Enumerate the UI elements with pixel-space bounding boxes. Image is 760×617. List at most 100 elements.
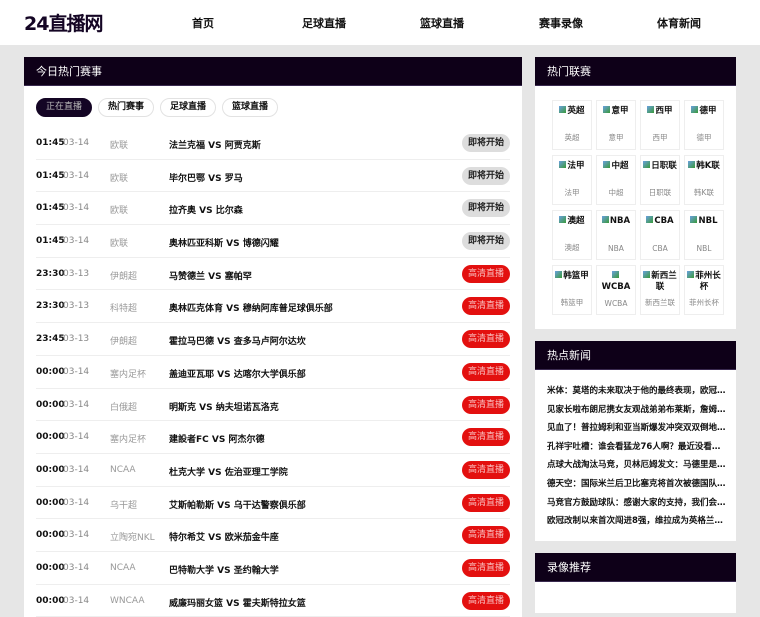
match-time: 01:45: [36, 236, 65, 247]
league-item[interactable]: 菲州长杯 菲州长杯: [684, 265, 724, 315]
matches-title: 今日热门赛事: [24, 57, 522, 86]
league-item[interactable]: 日职联 日职联: [640, 155, 680, 205]
nav-home[interactable]: 首页: [192, 15, 214, 31]
news-list: 米体：莫塔的未来取决于他的最终表现，欧冠出局后需反思见家长啦布朗尼携女友观战弟弟…: [547, 384, 727, 533]
league-item[interactable]: CBA CBA: [640, 210, 680, 260]
match-teams[interactable]: 奥林匹亚科斯 VS 博德闪耀: [169, 236, 279, 249]
match-status-button[interactable]: 高清直播: [461, 591, 510, 610]
match-status-button[interactable]: 高清直播: [461, 428, 510, 447]
match-list: 01:45 03-14 欧联 法兰克福 VS 阿贾克斯 即将开始 01:45 03…: [36, 127, 510, 617]
match-teams[interactable]: 拉齐奥 VS 比尔森: [169, 203, 243, 216]
league-name: 澳超: [564, 243, 580, 252]
league-item[interactable]: WCBA WCBA: [596, 265, 636, 315]
league-item[interactable]: 意甲 意甲: [596, 100, 636, 150]
match-status-button[interactable]: 高清直播: [461, 493, 510, 512]
match-teams[interactable]: 建設者FC VS 阿杰尔德: [169, 432, 264, 445]
match-row[interactable]: 01:45 03-14 欧联 奥林匹亚科斯 VS 博德闪耀 即将开始: [36, 225, 510, 258]
match-teams[interactable]: 法兰克福 VS 阿贾克斯: [169, 138, 261, 151]
site-logo[interactable]: 24直播网: [24, 9, 103, 36]
league-logo-broken-image-icon: CBA: [641, 216, 679, 227]
leagues-title: 热门联赛: [535, 57, 736, 86]
match-row[interactable]: 00:00 03-14 立陶宛NKL 特尔希艾 VS 欧米茄金牛座 高清直播: [36, 519, 510, 552]
nav-basketball[interactable]: 篮球直播: [420, 15, 464, 31]
news-item[interactable]: 欧冠改制以来首次闯进8强，维拉成为英格兰第五支球队: [547, 514, 727, 533]
nav-news[interactable]: 体育新闻: [657, 15, 701, 31]
match-teams[interactable]: 特尔希艾 VS 欧米茄金牛座: [169, 530, 279, 543]
match-row[interactable]: 23:30 03-13 伊朗超 马赞德兰 VS 塞帕罕 高清直播: [36, 258, 510, 291]
match-time: 00:00: [36, 530, 65, 541]
nav-football[interactable]: 足球直播: [302, 15, 346, 31]
match-teams[interactable]: 奥林匹克体育 VS 穆纳阿库普足球俱乐部: [169, 301, 333, 314]
league-item[interactable]: 德甲 德甲: [684, 100, 724, 150]
league-item[interactable]: 韩篮甲 韩篮甲: [552, 265, 592, 315]
match-teams[interactable]: 盖迪亚瓦耶 VS 达喀尔大学俱乐部: [169, 367, 306, 380]
match-status-button[interactable]: 即将开始: [461, 166, 510, 185]
leagues-panel: 热门联赛 英超 英超 意甲 意甲 西甲 西甲 德甲 德甲法甲 法甲 中超 中超 日职联 日职联 韩K联 韩K…: [535, 57, 736, 329]
match-date: 03-13: [63, 334, 90, 345]
league-item[interactable]: NBA NBA: [596, 210, 636, 260]
match-date: 03-14: [63, 236, 90, 247]
match-row[interactable]: 23:30 03-13 科特超 奥林匹克体育 VS 穆纳阿库普足球俱乐部 高清直…: [36, 290, 510, 324]
tab-hot[interactable]: 热门赛事: [98, 98, 155, 117]
news-item[interactable]: 孔祥宇吐槽：谁会看猛龙76人啊？最近没看球了: [547, 440, 727, 459]
league-name: 德甲: [696, 133, 712, 142]
match-row[interactable]: 00:00 03-14 NCAA 杜克大学 VS 佐治亚理工学院 高清直播: [36, 454, 510, 487]
match-date: 03-14: [63, 170, 90, 181]
match-status-button[interactable]: 高清直播: [461, 264, 510, 283]
match-row[interactable]: 01:45 03-14 欧联 拉齐奥 VS 比尔森 即将开始: [36, 192, 510, 226]
match-status-button[interactable]: 即将开始: [461, 199, 510, 218]
league-item[interactable]: 中超 中超: [596, 155, 636, 205]
match-status-button[interactable]: 高清直播: [461, 297, 510, 316]
match-teams[interactable]: 威廉玛丽女篮 VS 霍夫斯特拉女篮: [169, 596, 306, 609]
match-status-button[interactable]: 即将开始: [461, 134, 510, 152]
match-row[interactable]: 00:00 03-14 白俄超 明斯克 VS 纳夫坦诺瓦洛克 高清直播: [36, 389, 510, 422]
match-teams[interactable]: 杜克大学 VS 佐治亚理工学院: [169, 465, 288, 478]
league-name: 法甲: [564, 188, 580, 197]
news-item[interactable]: 点球大战淘汰马竞，贝林厄姆发文：马德里是白色的: [547, 458, 727, 477]
league-name: 韩篮甲: [560, 298, 584, 307]
tab-football[interactable]: 足球直播: [160, 98, 217, 117]
match-teams[interactable]: 霍拉马巴德 VS 查多马卢阿尔达坎: [169, 334, 306, 347]
news-item[interactable]: 见家长啦布朗尼携女友观战弟弟布莱斯，詹姆斯夫妇陪同: [547, 403, 727, 422]
match-status-button[interactable]: 高清直播: [461, 558, 510, 577]
league-item[interactable]: 法甲 法甲: [552, 155, 592, 205]
news-item[interactable]: 米体：莫塔的未来取决于他的最终表现，欧冠出局后需反思: [547, 384, 727, 403]
match-row[interactable]: 00:00 03-14 WNCAA 威廉玛丽女篮 VS 霍夫斯特拉女篮 高清直播: [36, 585, 510, 617]
match-status-button[interactable]: 高清直播: [461, 362, 510, 381]
match-row[interactable]: 01:45 03-14 欧联 毕尔巴鄂 VS 罗马 即将开始: [36, 160, 510, 193]
match-teams[interactable]: 艾斯帕勒斯 VS 乌干达警察俱乐部: [169, 498, 306, 511]
match-row[interactable]: 00:00 03-14 塞内足杯 建設者FC VS 阿杰尔德 高清直播: [36, 421, 510, 454]
match-status-button[interactable]: 高清直播: [461, 395, 510, 414]
match-teams[interactable]: 马赞德兰 VS 塞帕罕: [169, 269, 252, 282]
match-row[interactable]: 01:45 03-14 欧联 法兰克福 VS 阿贾克斯 即将开始: [36, 127, 510, 160]
match-teams[interactable]: 明斯克 VS 纳夫坦诺瓦洛克: [169, 400, 279, 413]
news-item[interactable]: 德天空：国际米兰后卫比塞克将首次被德国队征召: [547, 477, 727, 496]
league-logo-broken-image-icon: 中超: [597, 161, 635, 172]
league-grid: 英超 英超 意甲 意甲 西甲 西甲 德甲 德甲法甲 法甲 中超 中超 日职联 日职联 韩K联 韩K联澳超 澳超…: [552, 100, 724, 315]
league-item[interactable]: 韩K联 韩K联: [684, 155, 724, 205]
match-row[interactable]: 00:00 03-14 NCAA 巴特勒大学 VS 圣约翰大学 高清直播: [36, 552, 510, 585]
match-status-button[interactable]: 高清直播: [461, 460, 510, 479]
match-status-button[interactable]: 高清直播: [461, 526, 510, 545]
match-row[interactable]: 23:45 03-13 伊朗超 霍拉马巴德 VS 查多马卢阿尔达坎 高清直播: [36, 323, 510, 356]
match-time: 00:00: [36, 366, 65, 377]
match-date: 03-14: [63, 203, 90, 214]
news-item[interactable]: 见血了！普拉姆利和亚当斯爆发冲突双双倒地受伤: [547, 421, 727, 440]
match-teams[interactable]: 毕尔巴鄂 VS 罗马: [169, 171, 243, 184]
league-item[interactable]: 澳超 澳超: [552, 210, 592, 260]
nav-replay[interactable]: 赛事录像: [539, 15, 583, 31]
league-item[interactable]: 英超 英超: [552, 100, 592, 150]
match-status-button[interactable]: 高清直播: [461, 330, 510, 349]
match-row[interactable]: 00:00 03-14 塞内足杯 盖迪亚瓦耶 VS 达喀尔大学俱乐部 高清直播: [36, 356, 510, 389]
news-item[interactable]: 马竞官方鼓励球队：感谢大家的支持，我们会继续前进: [547, 496, 727, 515]
match-time: 00:00: [36, 464, 65, 475]
league-item[interactable]: 新西兰联 新西兰联: [640, 265, 680, 315]
tab-live[interactable]: 正在直播: [36, 98, 93, 117]
league-item[interactable]: NBL NBL: [684, 210, 724, 260]
league-name: 菲州长杯: [689, 298, 719, 307]
match-teams[interactable]: 巴特勒大学 VS 圣约翰大学: [169, 563, 279, 576]
tab-basketball[interactable]: 篮球直播: [222, 98, 279, 117]
match-status-button[interactable]: 即将开始: [461, 232, 510, 251]
match-row[interactable]: 00:00 03-14 乌干超 艾斯帕勒斯 VS 乌干达警察俱乐部 高清直播: [36, 487, 510, 520]
league-item[interactable]: 西甲 西甲: [640, 100, 680, 150]
